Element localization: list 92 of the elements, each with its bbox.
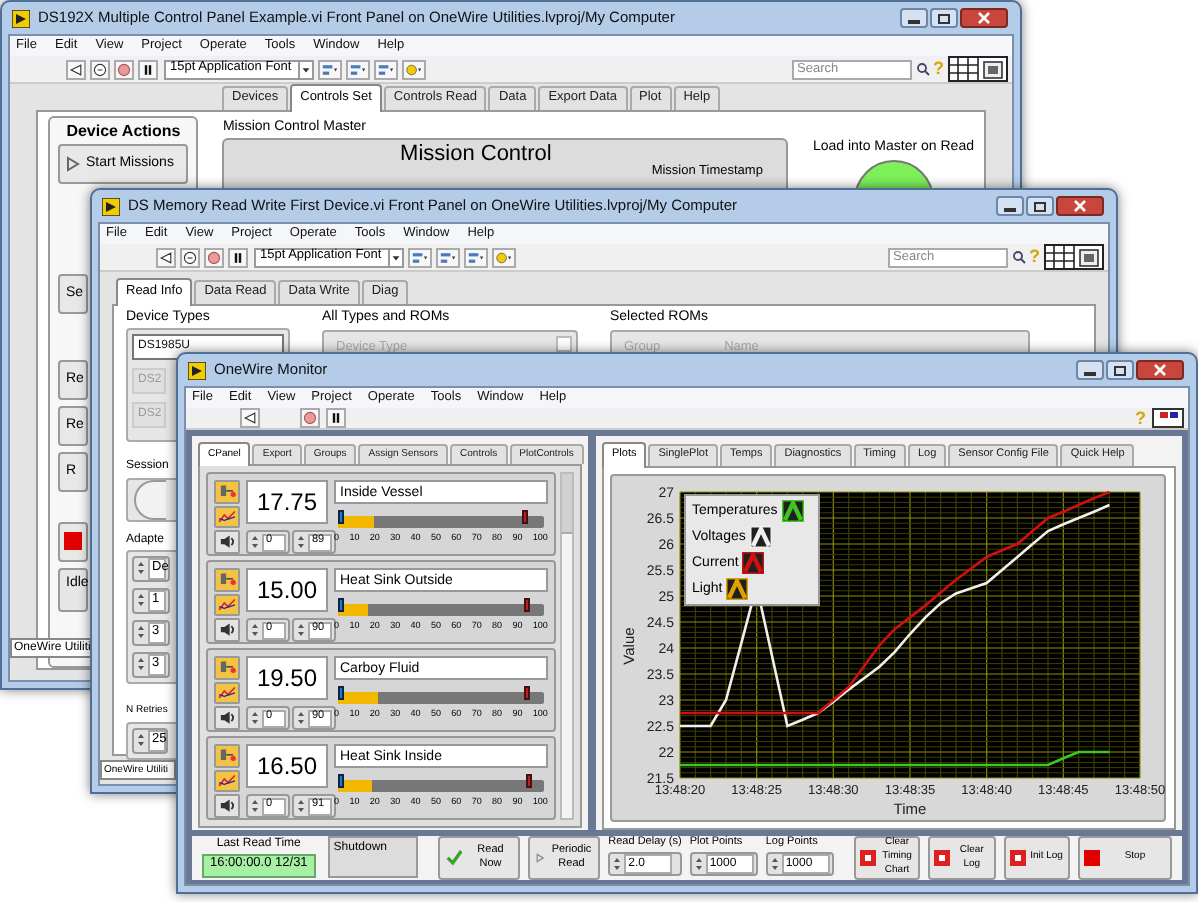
minimize-button[interactable] [900, 8, 928, 28]
maximize-button[interactable] [1026, 196, 1054, 216]
align-icon[interactable] [407, 247, 432, 267]
run-arrow-icon[interactable] [240, 408, 260, 428]
high-thumb[interactable] [523, 686, 530, 700]
spinner-arrows[interactable] [296, 532, 306, 552]
stop-icon [1083, 849, 1100, 865]
sensor-icon[interactable] [214, 480, 240, 504]
spinner-arrows[interactable] [250, 708, 260, 728]
chart-icon[interactable] [214, 769, 240, 793]
sensor-icon[interactable] [214, 744, 240, 768]
high-thumb[interactable] [523, 598, 530, 612]
play-icon [536, 849, 545, 865]
spinner-arrows[interactable] [136, 654, 146, 674]
value-display: 19.50 [246, 656, 328, 700]
speaker-icon[interactable] [214, 618, 240, 643]
run-continuously-icon[interactable] [180, 247, 200, 267]
spinner-arrows[interactable] [296, 620, 306, 640]
value-display: 15.00 [246, 568, 328, 612]
distribute-icon[interactable] [435, 247, 460, 267]
close-button[interactable] [1056, 196, 1104, 216]
spinner-arrows[interactable] [612, 854, 623, 875]
pause-icon[interactable] [228, 247, 248, 267]
app-icon [12, 9, 30, 27]
spinner-arrows[interactable] [136, 622, 146, 642]
maximize-button[interactable] [1106, 360, 1134, 380]
stop-icon [64, 532, 82, 550]
search-icon [1011, 250, 1025, 264]
caret-icon [297, 61, 312, 77]
app-icon [188, 361, 206, 379]
spinner-arrows[interactable] [296, 708, 306, 728]
spinner-arrows[interactable] [136, 730, 146, 750]
check-icon [445, 848, 463, 866]
clear-icon [934, 849, 951, 865]
low-thumb[interactable] [338, 686, 344, 700]
chart-icon[interactable] [214, 593, 240, 617]
stop-button[interactable] [58, 521, 88, 561]
close-button[interactable] [1136, 360, 1184, 380]
caret-icon [387, 249, 402, 265]
close-icon [1074, 200, 1086, 212]
run-arrow-icon[interactable] [66, 59, 86, 79]
panel-title: Mission Control [400, 141, 552, 165]
scrollbar[interactable] [560, 472, 574, 820]
spinner-arrows[interactable] [250, 796, 260, 816]
spinner-arrows[interactable] [693, 854, 704, 875]
low-thumb[interactable] [338, 598, 344, 612]
pause-icon[interactable] [138, 59, 158, 79]
play-icon [66, 155, 80, 171]
speaker-icon[interactable] [214, 530, 240, 555]
abort-icon[interactable] [300, 408, 320, 428]
abort-icon[interactable] [114, 59, 134, 79]
resize-icon[interactable] [463, 247, 488, 267]
clear-icon [859, 849, 876, 865]
close-button[interactable] [960, 8, 1008, 28]
run-arrow-icon[interactable] [156, 247, 176, 267]
chart-icon[interactable] [214, 505, 240, 529]
spinner-arrows[interactable] [296, 796, 306, 816]
spinner-arrows[interactable] [769, 854, 780, 875]
value-display: 17.75 [246, 480, 328, 524]
app-icon [102, 197, 120, 215]
speaker-icon[interactable] [214, 706, 240, 731]
session-button[interactable] [134, 479, 166, 519]
maximize-button[interactable] [930, 8, 958, 28]
reorder-icon[interactable] [401, 59, 426, 79]
close-icon [1154, 364, 1166, 376]
spinner-arrows[interactable] [250, 532, 260, 552]
reorder-icon[interactable] [491, 247, 516, 267]
pause-icon[interactable] [326, 408, 346, 428]
run-continuously-icon[interactable] [90, 59, 110, 79]
minimize-button[interactable] [1076, 360, 1104, 380]
clear-icon [1009, 849, 1026, 865]
chart-icon[interactable] [214, 681, 240, 705]
spinner-arrows[interactable] [136, 590, 146, 610]
value-display: 16.50 [246, 744, 328, 788]
close-icon [978, 12, 990, 24]
low-thumb[interactable] [338, 510, 344, 524]
high-thumb[interactable] [525, 774, 532, 788]
resize-icon[interactable] [373, 59, 398, 79]
spinner-arrows[interactable] [136, 558, 146, 578]
high-thumb[interactable] [521, 510, 528, 524]
abort-icon[interactable] [204, 247, 224, 267]
align-icon[interactable] [317, 59, 342, 79]
scroll-button[interactable] [556, 335, 572, 351]
low-thumb[interactable] [338, 774, 344, 788]
search-icon [915, 62, 929, 76]
panel-heading: Device Actions [66, 123, 181, 139]
speaker-icon[interactable] [214, 794, 240, 819]
sensor-icon[interactable] [214, 568, 240, 592]
sensor-icon[interactable] [214, 656, 240, 680]
spinner-arrows[interactable] [250, 620, 260, 640]
distribute-icon[interactable] [345, 59, 370, 79]
minimize-button[interactable] [996, 196, 1024, 216]
